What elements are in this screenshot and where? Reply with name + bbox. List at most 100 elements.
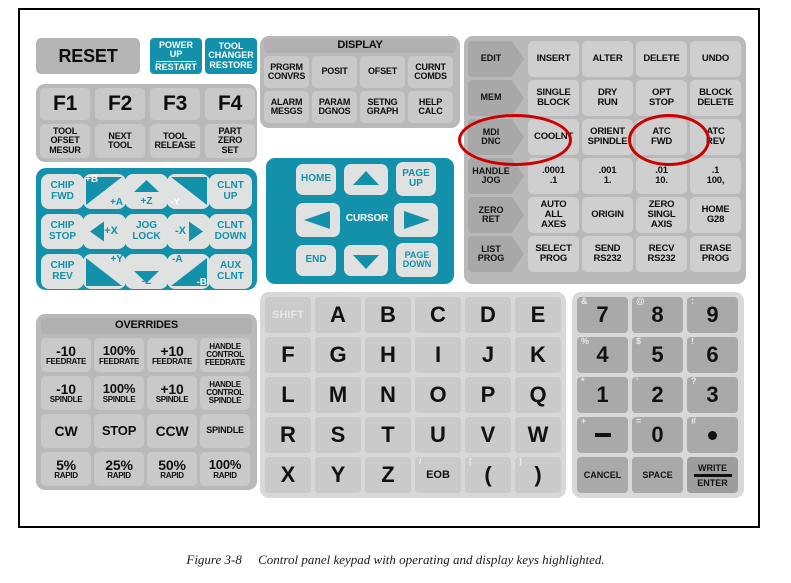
cursor-left-button[interactable] — [296, 203, 340, 237]
jog-key-plus-b-plus-a[interactable]: +B +A — [83, 174, 126, 209]
alpha-key-t[interactable]: T — [365, 417, 411, 453]
override-key-1-1[interactable]: 100% SPINDLE — [94, 376, 144, 410]
num-key-7[interactable]: & 7 — [577, 296, 628, 333]
function-key-orient-spindle[interactable]: ORIENT SPINDLE — [582, 119, 633, 155]
num-key-5[interactable]: $5 — [632, 336, 683, 373]
alpha-key-q[interactable]: Q — [515, 377, 561, 413]
alpha-key-p[interactable]: P — [465, 377, 511, 413]
jog-key-minus-z[interactable]: -Z — [125, 254, 168, 289]
override-key-1-2[interactable]: +10 SPINDLE — [147, 376, 197, 410]
jog-key-plus-z[interactable]: +Z — [125, 174, 168, 209]
display-key-6[interactable]: SETNG GRAPH — [360, 91, 405, 123]
num-key-6[interactable]: ! 6 — [687, 336, 738, 373]
display-key-2[interactable]: OFSET — [360, 56, 405, 88]
jog-key-plus-y[interactable]: +Y — [83, 254, 126, 289]
display-key-0[interactable]: PRGRM CONVRS — [264, 56, 309, 88]
override-key-0-1[interactable]: 100% FEEDRATE — [94, 338, 144, 372]
num-key-8[interactable]: @8 — [632, 296, 683, 333]
alpha-key-v[interactable]: V — [465, 417, 511, 453]
display-key-5[interactable]: PARAM DGNOS — [312, 91, 357, 123]
num-key-minus[interactable]: + — [577, 416, 628, 453]
reset-button[interactable]: RESET — [36, 38, 140, 74]
alpha-key-h[interactable]: H — [365, 337, 411, 373]
alpha-key-s[interactable]: S — [315, 417, 361, 453]
num-key-cancel[interactable]: CANCEL — [577, 457, 628, 493]
write-enter-button[interactable]: WRITE ENTER — [687, 457, 738, 493]
jog-key-minus-y[interactable]: -Y — [167, 174, 210, 209]
override-key-0-3[interactable]: HANDLE CONTROL FEEDRATE — [200, 338, 250, 372]
function-key-block-delete[interactable]: BLOCK DELETE — [690, 80, 741, 116]
display-key-3[interactable]: CURNT COMDS — [408, 56, 453, 88]
alpha-key-([interactable]: [( — [465, 457, 511, 493]
jog-key-chip-rev[interactable]: CHIP REV — [41, 254, 84, 289]
cursor-end-button[interactable]: END — [296, 245, 336, 276]
function-key-zero-singl-axis[interactable]: ZERO SINGL AXIS — [636, 197, 687, 233]
num-key-4[interactable]: % 4 — [577, 336, 628, 373]
cursor-right-button[interactable] — [394, 203, 438, 237]
function-key-.01-10.[interactable]: .01 10. — [636, 158, 687, 194]
tool-changer-restore-button[interactable]: TOOL CHANGER RESTORE — [205, 38, 257, 74]
override-key-2-0[interactable]: CW — [41, 414, 91, 448]
cursor-down-button[interactable] — [344, 245, 388, 276]
function-key-undo[interactable]: UNDO — [690, 41, 741, 77]
override-key-2-2[interactable]: CCW — [147, 414, 197, 448]
function-key-coolnt[interactable]: COOLNT — [528, 119, 579, 155]
jog-key-jog-lock[interactable]: JOG LOCK — [125, 214, 168, 249]
tool-key-3[interactable]: PART ZERO SET — [205, 124, 255, 158]
alpha-key-o[interactable]: O — [415, 377, 461, 413]
alpha-key-m[interactable]: M — [315, 377, 361, 413]
function-key-erase-prog[interactable]: ERASE PROG — [690, 236, 741, 272]
num-key-0[interactable]: = 0 — [632, 416, 683, 453]
alpha-key-k[interactable]: K — [515, 337, 561, 373]
alpha-key-j[interactable]: J — [465, 337, 511, 373]
power-up-restart-button[interactable]: POWER UP RESTART — [150, 38, 202, 74]
alpha-key-d[interactable]: D — [465, 297, 511, 333]
jog-key-clnt-down[interactable]: CLNT DOWN — [209, 214, 252, 249]
num-key-9[interactable]: :9 — [687, 296, 738, 333]
alpha-key-g[interactable]: G — [315, 337, 361, 373]
tool-key-2[interactable]: TOOL RELEASE — [150, 124, 200, 158]
alpha-key-)[interactable]: ]) — [515, 457, 561, 493]
override-key-0-0[interactable]: -10 FEEDRATE — [41, 338, 91, 372]
jog-key-clnt-up[interactable]: CLNT UP — [209, 174, 252, 209]
alpha-key-l[interactable]: L — [265, 377, 311, 413]
num-key-3[interactable]: ? 3 — [687, 376, 738, 413]
alpha-key-r[interactable]: R — [265, 417, 311, 453]
alpha-key-f[interactable]: F — [265, 337, 311, 373]
num-key-2[interactable]: ' 2 — [632, 376, 683, 413]
override-key-1-0[interactable]: -10 SPINDLE — [41, 376, 91, 410]
num-key-space[interactable]: SPACE — [632, 457, 683, 493]
jog-key-chip-fwd[interactable]: CHIP FWD — [41, 174, 84, 209]
alpha-key-z[interactable]: Z — [365, 457, 411, 493]
alpha-key-eob[interactable]: / EOB — [415, 457, 461, 493]
jog-key-aux-clnt[interactable]: AUX CLNT — [209, 254, 252, 289]
function-key-.0001-.1[interactable]: .0001.1 — [528, 158, 579, 194]
jog-key-chip-stop[interactable]: CHIP STOP — [41, 214, 84, 249]
override-key-2-3[interactable]: SPINDLE — [200, 414, 250, 448]
cursor-up-button[interactable] — [344, 164, 388, 195]
alpha-key-x[interactable]: X — [265, 457, 311, 493]
override-key-3-3[interactable]: 100% RAPID — [200, 452, 250, 486]
display-key-1[interactable]: POSIT — [312, 56, 357, 88]
function-key-send-rs232[interactable]: SEND RS232 — [582, 236, 633, 272]
function-key-atc-rev[interactable]: ATC REV — [690, 119, 741, 155]
alpha-key-a[interactable]: A — [315, 297, 361, 333]
function-key-alter[interactable]: ALTER — [582, 41, 633, 77]
function-key-.1-100,[interactable]: .1 100, — [690, 158, 741, 194]
tool-key-0[interactable]: TOOL OFSET MESUR — [40, 124, 90, 158]
override-key-3-1[interactable]: 25% RAPID — [94, 452, 144, 486]
alpha-key-c[interactable]: C — [415, 297, 461, 333]
function-key-home-g28[interactable]: HOME G28 — [690, 197, 741, 233]
function-key-f1[interactable]: F1 — [40, 88, 90, 120]
function-key-recv-rs232[interactable]: RECV RS232 — [636, 236, 687, 272]
alpha-key-b[interactable]: B — [365, 297, 411, 333]
alpha-key-w[interactable]: W — [515, 417, 561, 453]
function-key-atc-fwd[interactable]: ATC FWD — [636, 119, 687, 155]
alpha-key-i[interactable]: I — [415, 337, 461, 373]
alpha-key-shift[interactable]: SHIFT — [265, 297, 311, 333]
cursor-home-button[interactable]: HOME — [296, 164, 336, 195]
override-key-0-2[interactable]: +10 FEEDRATE — [147, 338, 197, 372]
function-key-f2[interactable]: F2 — [95, 88, 145, 120]
override-key-1-3[interactable]: HANDLE CONTROL SPINDLE — [200, 376, 250, 410]
display-key-4[interactable]: ALARM MESGS — [264, 91, 309, 123]
